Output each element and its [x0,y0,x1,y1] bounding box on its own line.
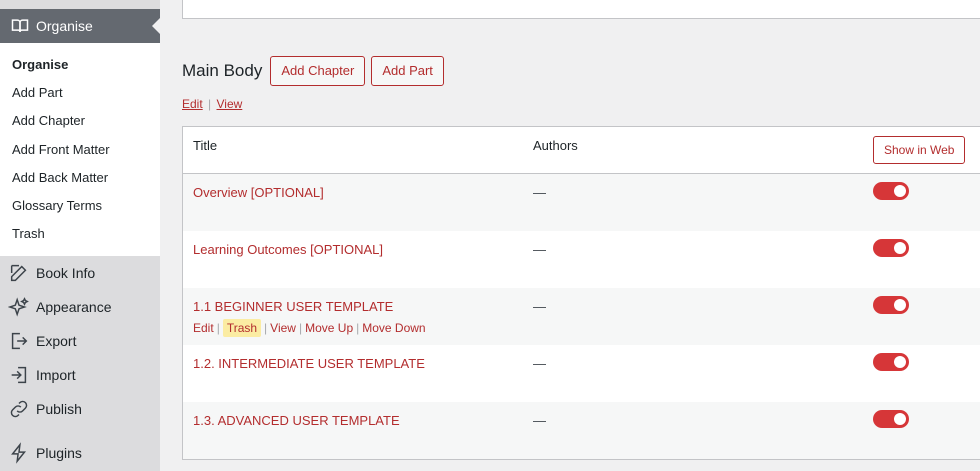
section-view-link[interactable]: View [217,97,243,111]
row-action-move-up[interactable]: Move Up [305,321,353,335]
submenu-organise[interactable]: Organise [0,51,160,79]
row-action-move-down[interactable]: Move Down [362,321,425,335]
show-in-web-toggle[interactable] [873,353,909,371]
add-part-button[interactable]: Add Part [371,56,444,86]
sparkle-icon [8,297,29,317]
chapter-author: — [533,356,546,371]
section-edit-link[interactable]: Edit [182,97,203,111]
section-header: Main Body Add Chapter Add Part [182,56,444,86]
submenu-trash[interactable]: Trash [0,220,160,248]
show-in-web-toggle[interactable] [873,410,909,428]
sidebar-item-label: Book Info [36,265,96,281]
row-action-view[interactable]: View [270,321,296,335]
sidebar-item-organise-current[interactable]: Organise [0,9,160,43]
sidebar-item-import[interactable]: Import [0,358,160,392]
sidebar-item-label: Import [36,367,76,383]
sidebar-item-appearance[interactable]: Appearance [0,290,160,324]
chapter-title-link[interactable]: 1.2. INTERMEDIATE USER TEMPLATE [193,356,425,371]
row-action-edit[interactable]: Edit [193,321,214,335]
submenu-add-front-matter[interactable]: Add Front Matter [0,136,160,164]
chapters-table: Title Authors Show in Web Overview [OPTI… [182,126,980,460]
chapter-title-link[interactable]: 1.1 BEGINNER USER TEMPLATE [193,299,393,314]
row-action-trash[interactable]: Trash [222,319,262,337]
plugins-icon [11,442,27,464]
chapter-author: — [533,242,546,257]
action-separator: | [356,321,360,335]
chapter-author: — [533,413,546,428]
action-separator: | [298,321,303,335]
sidebar-item-publish[interactable]: Publish [0,392,160,426]
export-icon [11,332,28,350]
show-in-web-toggle[interactable] [873,296,909,314]
sidebar-item-label: Publish [36,401,82,417]
table-row: Overview [OPTIONAL] — [183,174,980,231]
table-row: 1.1 BEGINNER USER TEMPLATE — Edit | Trash |… [183,288,980,345]
sidebar-item-book-info[interactable]: Book Info [0,256,160,290]
column-authors: Authors [533,138,578,153]
submenu-add-part[interactable]: Add Part [0,79,160,107]
chapter-title-link[interactable]: Overview [OPTIONAL] [193,185,324,200]
sidebar-item-plugins[interactable]: Plugins [0,436,160,470]
admin-sidebar: Organise Organise Add Part Add Chapter A… [0,0,160,471]
show-in-web-toggle[interactable] [873,182,909,200]
show-in-web-toggle[interactable] [873,239,909,257]
chapter-author: — [533,185,546,200]
action-separator: | [216,321,220,335]
submenu-glossary-terms[interactable]: Glossary Terms [0,192,160,220]
chapter-author: — [533,299,546,314]
section-title: Main Body [182,61,263,80]
sidebar-current-label: Organise [36,18,93,34]
table-row: 1.3. ADVANCED USER TEMPLATE — [183,402,980,459]
column-title: Title [193,138,218,153]
sidebar-menu: Book Info Appearance Export Import Publi… [0,256,160,470]
sidebar-item-label: Plugins [36,445,82,461]
table-row: 1.2. INTERMEDIATE USER TEMPLATE — [183,345,980,402]
row-actions: Edit | Trash | View | Move Up | Move Down [193,319,426,337]
edit-icon [10,264,27,282]
sidebar-item-label: Export [36,333,77,349]
book-open-icon [11,19,29,32]
table-row: Learning Outcomes [OPTIONAL] — [183,231,980,288]
table-header: Title Authors Show in Web [183,127,980,174]
link-separator: | [208,97,212,111]
previous-section-box [182,0,980,19]
show-in-web-button[interactable]: Show in Web [873,136,966,164]
chapter-title-link[interactable]: Learning Outcomes [OPTIONAL] [193,242,383,257]
chapter-title-link[interactable]: 1.3. ADVANCED USER TEMPLATE [193,413,400,428]
section-links: Edit | View [182,97,242,111]
sidebar-item-export[interactable]: Export [0,324,160,358]
submenu-add-back-matter[interactable]: Add Back Matter [0,164,160,192]
add-chapter-button[interactable]: Add Chapter [270,56,366,86]
submenu-add-chapter[interactable]: Add Chapter [0,107,160,135]
sidebar-submenu: Organise Add Part Add Chapter Add Front … [0,43,160,256]
action-separator: | [264,321,268,335]
sidebar-item-label: Appearance [36,299,112,315]
import-icon [11,366,27,384]
publish-icon [10,400,28,418]
